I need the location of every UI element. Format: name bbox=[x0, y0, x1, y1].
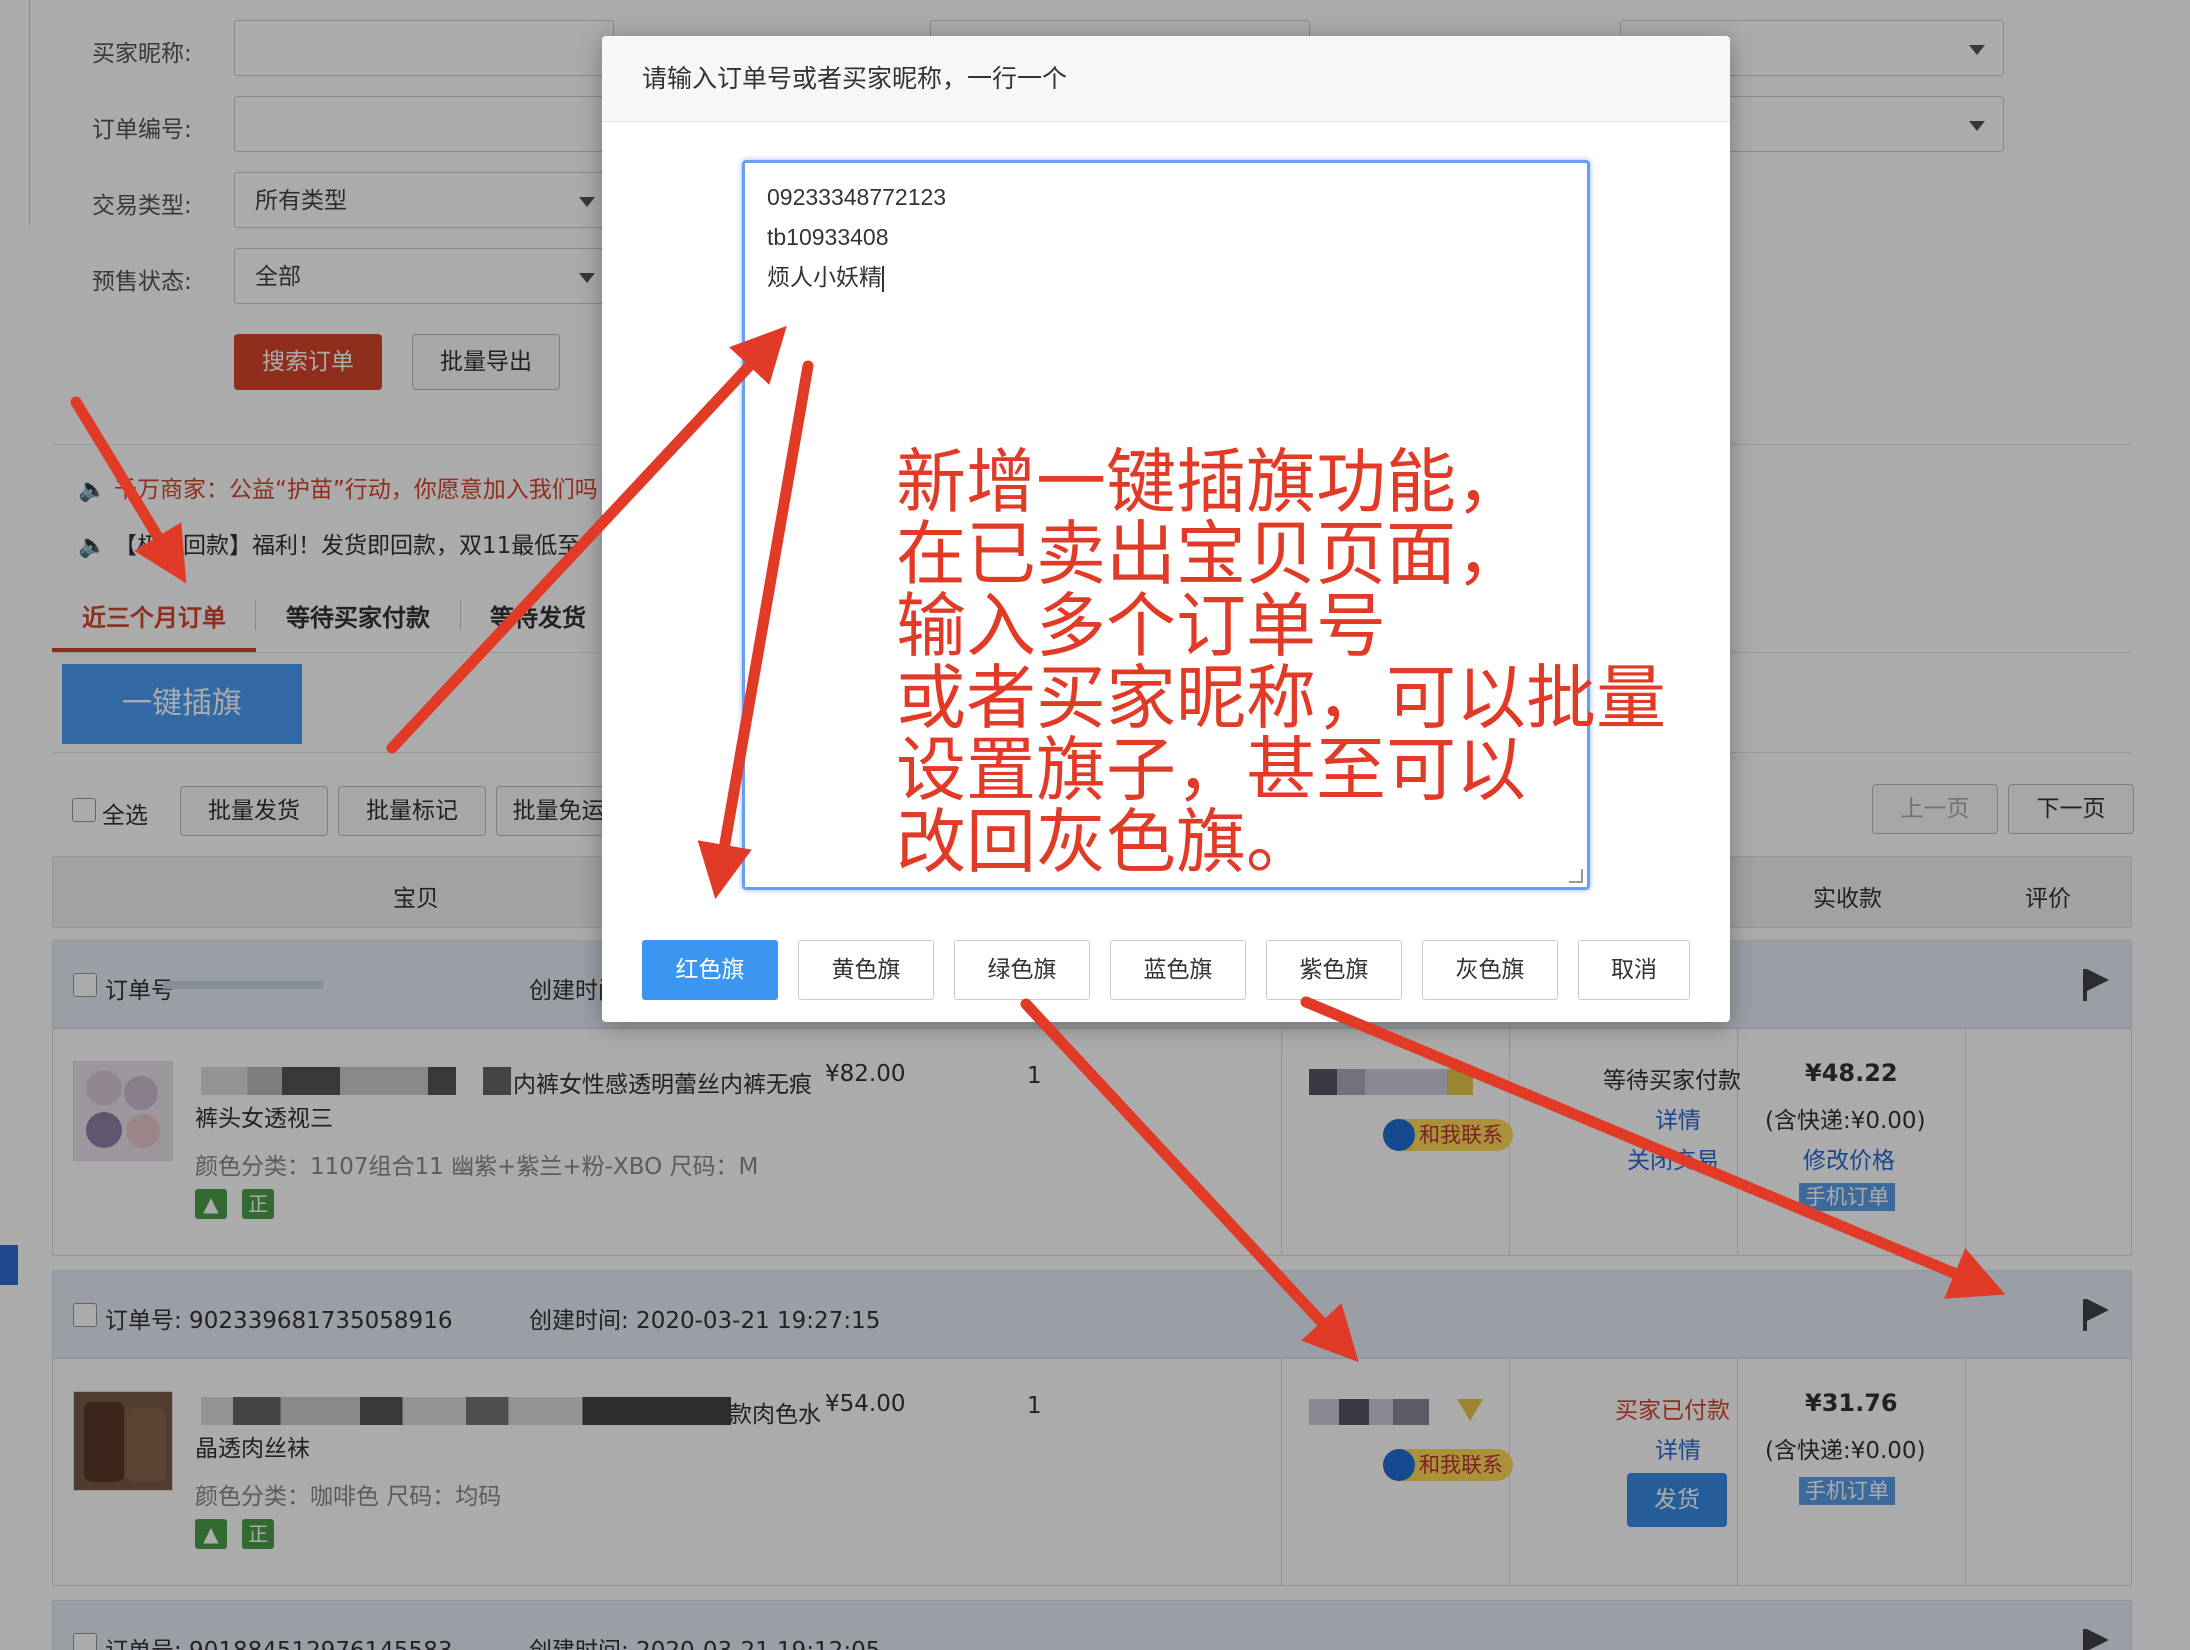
annotation-line: 改回灰色旗。 bbox=[896, 801, 1316, 883]
input-line: 09233348772123 bbox=[767, 184, 947, 210]
green-flag-button[interactable]: 绿色旗 bbox=[954, 940, 1090, 1000]
gray-flag-button[interactable]: 灰色旗 bbox=[1422, 940, 1558, 1000]
input-line: 烦人小妖精 bbox=[767, 264, 882, 290]
blue-flag-button[interactable]: 蓝色旗 bbox=[1110, 940, 1246, 1000]
annotation-line: 设置旗子，甚至可以 bbox=[896, 729, 1526, 811]
annotation-line: 或者买家昵称，可以批量 bbox=[896, 657, 1666, 739]
yellow-flag-button[interactable]: 黄色旗 bbox=[798, 940, 934, 1000]
annotation-line: 新增一键插旗功能， bbox=[896, 441, 1526, 523]
annotation-text: 新增一键插旗功能， 在已卖出宝贝页面， 输入多个订单号 或者买家昵称，可以批量 … bbox=[896, 446, 1666, 878]
input-line: tb10933408 bbox=[767, 224, 889, 250]
purple-flag-button[interactable]: 紫色旗 bbox=[1266, 940, 1402, 1000]
cancel-button[interactable]: 取消 bbox=[1578, 940, 1690, 1000]
red-flag-button[interactable]: 红色旗 bbox=[642, 940, 778, 1000]
annotation-line: 在已卖出宝贝页面， bbox=[896, 513, 1526, 595]
text-cursor bbox=[882, 265, 884, 292]
annotation-line: 输入多个订单号 bbox=[896, 585, 1386, 667]
modal-title: 请输入订单号或者买家昵称，一行一个 bbox=[602, 36, 1730, 122]
